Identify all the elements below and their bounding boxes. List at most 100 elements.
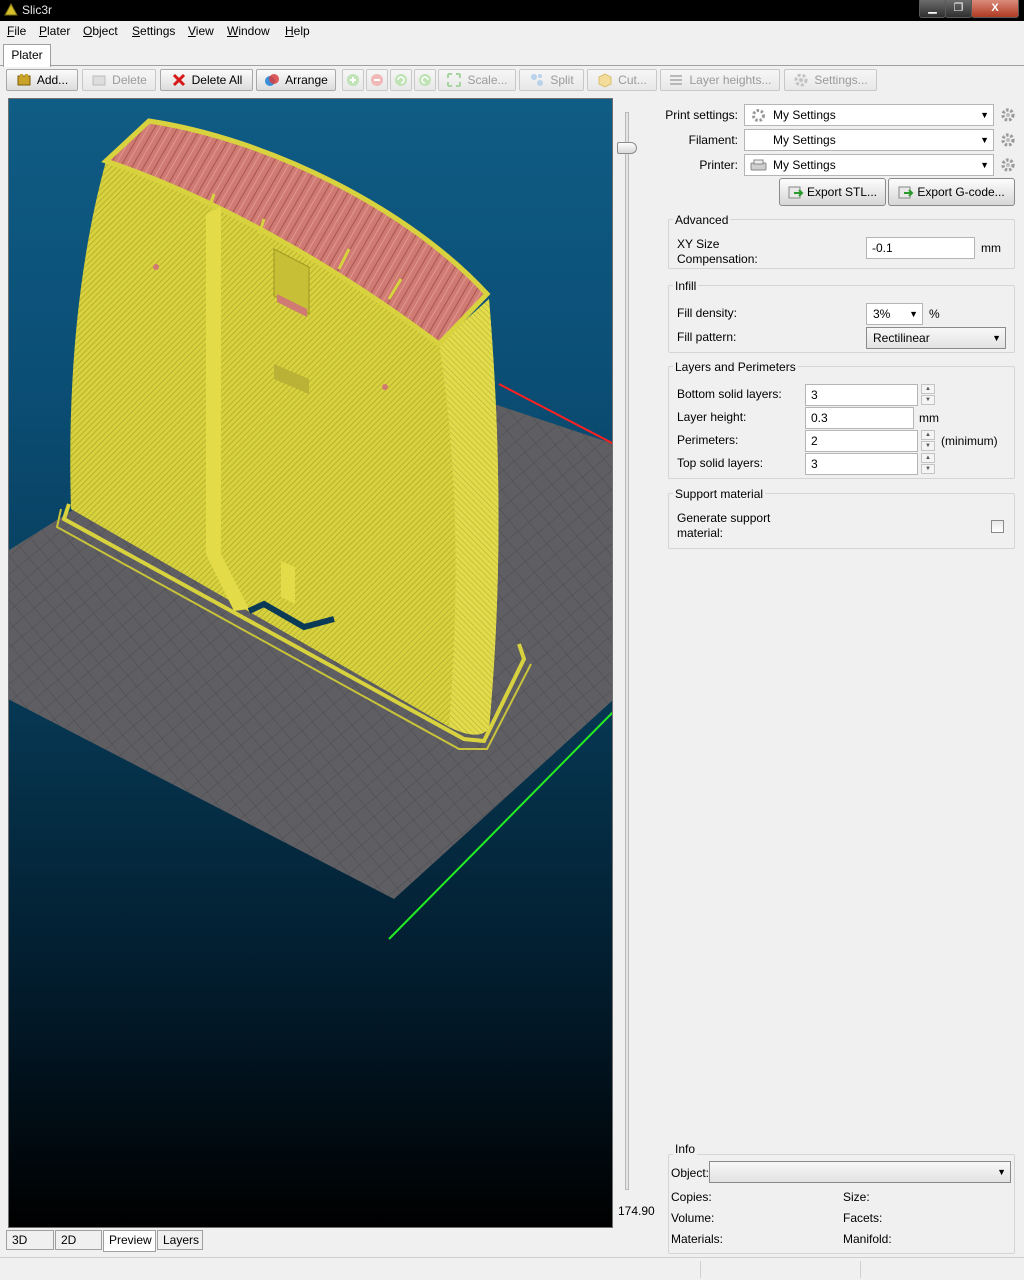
layer-height-input[interactable]: 0.3 [805,407,914,429]
export-gcode-button[interactable]: Export G-code... [888,178,1015,206]
materials-label: Materials: [671,1232,724,1246]
title-bar: Slic3r ▁ ❐ X [0,0,1024,21]
delete-all-button[interactable]: Delete All [160,69,253,91]
export-arrow-icon [788,186,804,199]
window-title: Slic3r [22,3,53,17]
tab-3d[interactable]: 3D [6,1230,54,1250]
filament-gear-icon[interactable] [1000,132,1016,148]
cog-icon [794,73,808,87]
layer-height-label: Layer height: [677,410,747,424]
rotate-right-icon [419,74,431,86]
top-solid-layers-label: Top solid layers: [677,456,764,470]
model-hole-left [153,264,159,270]
bottom-solid-layers-spinner[interactable]: ▲ ▼ [921,384,935,406]
filament-combo[interactable]: My Settings ▼ [744,129,994,151]
rotate-left-button[interactable] [390,69,412,91]
scale-button[interactable]: Scale... [438,69,516,91]
layer-slider-track[interactable] [625,112,629,1190]
chevron-down-icon: ▼ [909,309,918,319]
top-solid-layers-spinner[interactable]: ▲ ▼ [921,453,935,475]
rotate-right-button[interactable] [414,69,436,91]
cut-button[interactable]: Cut... [587,69,657,91]
advanced-title: Advanced [673,213,731,227]
xy-size-unit: mm [981,241,1001,255]
volume-label: Volume: [671,1211,715,1225]
generate-support-checkbox[interactable] [991,520,1004,533]
layer-height-readout: 174.90 [618,1204,655,1218]
menu-bar: File Plater Object Settings View Window … [0,21,1024,42]
delete-button[interactable]: Delete [82,69,156,91]
tab-preview[interactable]: Preview [103,1230,156,1252]
layer-slider-thumb[interactable] [617,142,637,154]
perimeters-input[interactable]: 2 [805,430,918,452]
export-arrow-icon [898,186,914,199]
chevron-down-icon: ▼ [992,333,1001,343]
red-x-icon [172,73,185,87]
status-separator [700,1261,701,1278]
menu-help[interactable]: Help [285,24,310,38]
menu-file[interactable]: File [7,24,26,38]
print-settings-gear-icon[interactable] [1000,107,1016,123]
tab-plater[interactable]: Plater [3,44,51,67]
chevron-down-icon: ▼ [980,135,989,145]
size-label: Size: [843,1190,870,1204]
layer-height-unit: mm [919,411,939,425]
print-settings-label: Print settings: [665,108,738,122]
main-tab-strip: Plater [0,42,1024,67]
copies-label: Copies: [671,1190,712,1204]
bottom-solid-layers-input[interactable]: 3 [805,384,918,406]
printer-combo[interactable]: My Settings ▼ [744,154,994,176]
menu-view[interactable]: View [188,24,214,38]
arrange-button[interactable]: Arrange [256,69,336,91]
close-button[interactable]: X [971,0,1019,18]
object-label: Object: [671,1166,710,1180]
menu-plater[interactable]: Plater [39,24,70,38]
split-button[interactable]: Split [519,69,584,91]
print-settings-combo[interactable]: My Settings ▼ [744,104,994,126]
rotate-left-icon [395,74,407,86]
fill-pattern-combo[interactable]: Rectilinear ▼ [866,327,1006,349]
plater-toolbar: Add... Delete Delete All Arrange Scale..… [0,66,1024,94]
manifold-label: Manifold: [843,1232,892,1246]
filament-label: Filament: [688,133,738,147]
menu-object[interactable]: Object [83,24,118,38]
chevron-down-icon: ▼ [980,110,989,120]
menu-settings[interactable]: Settings [132,24,175,38]
minimize-button[interactable]: ▁ [919,0,946,18]
fill-density-combo[interactable]: 3% ▼ [866,303,923,325]
tab-2d[interactable]: 2D [55,1230,102,1250]
fill-density-label: Fill density: [677,306,738,320]
status-bar [0,1257,1024,1280]
chevron-down-icon: ▼ [997,1167,1006,1177]
generate-support-label-line2: material: [677,526,724,540]
cut-box-icon [598,73,612,88]
printer-icon [750,159,767,171]
fill-density-unit: % [929,307,940,321]
xy-size-compensation-input[interactable]: -0.1 [866,237,975,259]
chevron-down-icon: ▼ [980,160,989,170]
add-button[interactable]: Add... [6,69,78,91]
tab-layers[interactable]: Layers [157,1230,203,1250]
increase-copies-button[interactable] [342,69,364,91]
object-settings-button[interactable]: Settings... [784,69,877,91]
top-solid-layers-input[interactable]: 3 [805,453,918,475]
maximize-button[interactable]: ❐ [945,0,972,18]
print-cog-icon [752,109,765,122]
plus-circle-icon [347,74,359,86]
info-title: Info [673,1142,698,1156]
printer-gear-icon[interactable] [1000,157,1016,173]
3d-preview-canvas[interactable] [8,98,613,1228]
object-select[interactable]: ▼ [709,1161,1011,1183]
export-stl-button[interactable]: Export STL... [779,178,886,206]
layer-slider[interactable]: 174.90 [613,98,661,1228]
infill-title: Infill [673,279,699,293]
layer-heights-button[interactable]: Layer heights... [660,69,780,91]
menu-window[interactable]: Window [227,24,270,38]
perimeters-spinner[interactable]: ▲ ▼ [921,430,935,452]
xy-size-label-line2: Compensation: [677,252,758,266]
printer-label: Printer: [699,158,738,172]
xy-size-label-line1: XY Size [677,237,720,251]
decrease-copies-button[interactable] [366,69,388,91]
layers-icon [670,75,683,85]
settings-side-panel: Print settings: My Settings ▼ Filament: M… [663,96,1021,1256]
